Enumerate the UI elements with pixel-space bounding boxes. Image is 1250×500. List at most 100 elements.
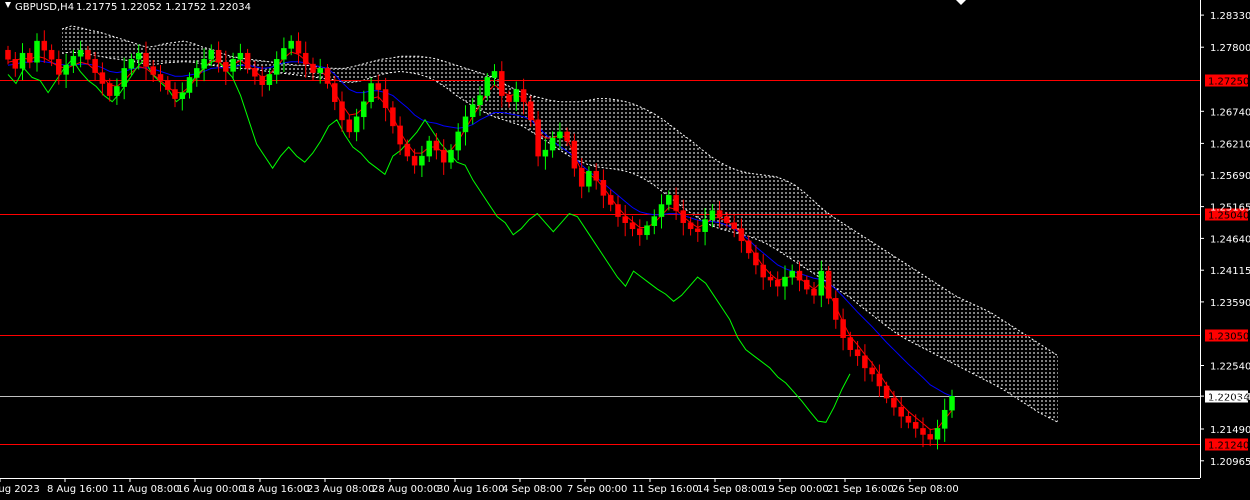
candle-body xyxy=(811,288,817,296)
time-tick-label: 11 Sep 16:00 xyxy=(632,484,699,495)
candle-body xyxy=(883,385,890,399)
chikou-span-line xyxy=(7,58,851,423)
candle-body xyxy=(157,74,164,81)
time-tick-label: 14 Sep 08:00 xyxy=(697,484,764,495)
candle-body xyxy=(898,406,904,417)
candle-body xyxy=(847,337,854,350)
candle-body xyxy=(201,59,207,69)
candle-body xyxy=(324,68,331,84)
candle-body xyxy=(535,119,541,157)
candle-body xyxy=(114,86,120,96)
candle-body xyxy=(397,125,403,145)
candle-body xyxy=(128,59,135,69)
shift-marker-icon[interactable] xyxy=(956,0,966,5)
candle-body xyxy=(34,40,40,63)
candle-body xyxy=(462,116,469,133)
price-tick-label: 1.22034 xyxy=(1210,392,1250,403)
candle-body xyxy=(934,428,941,440)
candle-body xyxy=(571,140,578,169)
candle-body xyxy=(949,396,955,411)
candle-body xyxy=(673,195,679,211)
time-tick-label: 26 Sep 08:00 xyxy=(892,484,959,495)
candle-body xyxy=(455,131,461,151)
candle-body xyxy=(549,137,556,151)
candle-body xyxy=(927,434,933,440)
chart-symbol-title: GBPUSD,H4 xyxy=(15,2,74,13)
chart-canvas: 1.272501.250401.230501.212401.22034 1.28… xyxy=(0,0,1250,495)
candle-body xyxy=(876,373,883,387)
candle-body xyxy=(41,40,48,51)
candle-body xyxy=(317,68,323,73)
candle-body xyxy=(411,155,418,166)
level-label: 1.23050 xyxy=(1208,332,1249,343)
candle-body xyxy=(920,428,926,435)
candle-body xyxy=(789,270,795,278)
candle-body xyxy=(542,149,549,157)
candle-body xyxy=(426,140,432,157)
time-tick-label: 23 Aug 08:00 xyxy=(307,484,374,495)
time-tick-label: 28 Aug 00:00 xyxy=(372,484,439,495)
candle-body xyxy=(658,204,665,217)
time-tick-label: 8 Aug 16:00 xyxy=(47,484,108,495)
candle-body xyxy=(637,228,643,236)
candle-body xyxy=(629,222,636,230)
candle-body xyxy=(172,89,178,99)
candle-body xyxy=(310,63,316,73)
candle-body xyxy=(48,49,55,60)
price-tick-label: 1.24640 xyxy=(1210,234,1250,245)
candle-body xyxy=(150,66,156,75)
candle-body xyxy=(716,210,723,217)
candle-body xyxy=(738,228,745,242)
candle-body xyxy=(753,252,759,266)
candle-body xyxy=(382,89,389,108)
candle-body xyxy=(680,210,687,223)
candle-body xyxy=(506,95,512,102)
candle-body xyxy=(237,52,244,60)
candle-body xyxy=(687,222,694,230)
candle-body xyxy=(477,95,483,105)
candle-body xyxy=(99,72,106,84)
candle-body xyxy=(252,68,258,77)
candle-body xyxy=(56,59,62,75)
candle-body xyxy=(905,416,912,423)
time-tick-label: 18 Aug 16:00 xyxy=(242,484,309,495)
candle-body xyxy=(194,68,200,78)
candle-body xyxy=(520,89,527,102)
time-tick-label: 11 Aug 08:00 xyxy=(112,484,179,495)
candle-body xyxy=(586,170,592,187)
candle-body xyxy=(695,228,701,232)
candle-body xyxy=(186,77,193,93)
candle-body xyxy=(208,49,215,60)
ohlc-readout: 1.21775 1.22052 1.21752 1.22034 xyxy=(76,2,251,13)
candle-body xyxy=(644,225,650,236)
price-tick-label: 1.28330 xyxy=(1210,11,1250,22)
candle-body xyxy=(259,75,265,85)
price-tick-label: 1.21490 xyxy=(1210,425,1250,436)
symbol-dropdown-icon[interactable] xyxy=(5,2,11,8)
candle-body xyxy=(862,355,868,369)
candle-body xyxy=(440,149,447,163)
time-tick-label: 4 Sep 08:00 xyxy=(502,484,562,495)
candle-body xyxy=(557,131,563,139)
candle-body xyxy=(833,298,839,320)
time-tick-label: 30 Aug 16:00 xyxy=(437,484,504,495)
candle-body xyxy=(782,276,788,287)
candle-body xyxy=(869,367,875,375)
candle-body xyxy=(332,83,338,102)
candle-body xyxy=(796,270,803,281)
candle-body xyxy=(578,167,585,187)
candle-body xyxy=(281,48,287,60)
price-tick-label: 1.25690 xyxy=(1210,171,1250,182)
candle-body xyxy=(854,349,861,357)
price-tick-label: 1.23590 xyxy=(1210,298,1250,309)
candle-body xyxy=(600,180,607,196)
level-label: 1.27250 xyxy=(1208,77,1249,88)
chart-header: GBPUSD,H4 1.21775 1.22052 1.21752 1.2203… xyxy=(5,0,966,13)
candle-body xyxy=(5,49,11,60)
candle-body xyxy=(433,140,440,151)
candle-body xyxy=(273,59,280,75)
candle-body xyxy=(92,59,98,73)
candle-body xyxy=(121,68,127,87)
time-tick-label: 4 Aug 2023 xyxy=(0,484,40,495)
time-tick-label: 21 Sep 16:00 xyxy=(827,484,894,495)
